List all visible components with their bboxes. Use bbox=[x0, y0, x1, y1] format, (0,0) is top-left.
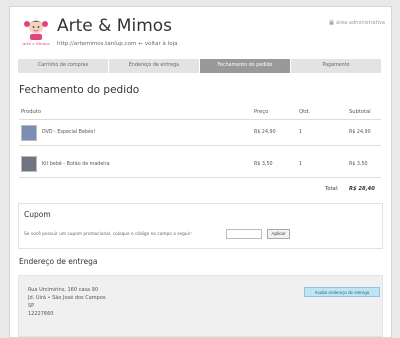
product-subtotal: R$ 3,50 bbox=[349, 162, 368, 167]
row-divider bbox=[19, 145, 381, 146]
page-title: Fechamento do pedido bbox=[19, 84, 140, 96]
step-delivery-address[interactable]: Endereço de entrega bbox=[109, 59, 200, 73]
store-name: Arte & Mimos bbox=[57, 16, 173, 36]
step-cart[interactable]: Carrinho de compras bbox=[18, 59, 109, 73]
header-qty: Qtd. bbox=[299, 109, 311, 115]
step-order-closing[interactable]: Fechamento do pedido bbox=[200, 59, 291, 73]
header-product: Produto bbox=[21, 109, 42, 115]
row-divider bbox=[19, 177, 381, 178]
back-arrow-icon: ← bbox=[138, 41, 143, 47]
coupon-instructions: Se você possuir um cupom promocional, co… bbox=[24, 232, 192, 237]
admin-area-label: área administrativa bbox=[336, 20, 385, 26]
step-payment[interactable]: Pagamento bbox=[291, 59, 381, 73]
store-url[interactable]: http://artemimos.tanlup.com bbox=[57, 41, 136, 47]
coupon-title: Cupom bbox=[24, 210, 51, 219]
product-qty: 1 bbox=[299, 162, 303, 167]
address-state: SP bbox=[28, 303, 35, 309]
product-thumbnail[interactable] bbox=[21, 156, 37, 172]
lock-icon bbox=[329, 19, 334, 27]
address-box: Rua Urcimirins, 160 casa 90 Jd. Uirá • S… bbox=[18, 275, 383, 337]
address-title: Endereço de entrega bbox=[19, 257, 98, 266]
header-subtotal: Subtotal bbox=[349, 109, 371, 115]
product-price: R$ 24,90 bbox=[254, 130, 276, 135]
total-value: R$ 28,40 bbox=[349, 186, 375, 192]
address-zip: 12227660 bbox=[28, 311, 54, 317]
coupon-section: Cupom Se você possuir um cupom promocion… bbox=[18, 203, 383, 249]
store-logo[interactable]: Arte e Mimos bbox=[18, 17, 54, 51]
header-divider bbox=[19, 119, 381, 120]
address-street: Rua Urcimirins, 160 casa 90 bbox=[28, 287, 99, 293]
admin-area-link[interactable]: área administrativa bbox=[329, 19, 385, 27]
apply-coupon-button[interactable]: Aplicar bbox=[267, 229, 290, 239]
logo-text: Arte e Mimos bbox=[22, 41, 50, 46]
address-district-city: Jd. Uirá • São José dos Campos bbox=[28, 295, 106, 301]
change-address-button[interactable]: mudar endereço de entrega bbox=[304, 287, 380, 297]
product-subtotal: R$ 24,90 bbox=[349, 130, 371, 135]
checkout-steps: Carrinho de compras Endereço de entrega … bbox=[18, 59, 381, 73]
back-to-store-link[interactable]: voltar à loja bbox=[145, 41, 178, 47]
coupon-input[interactable] bbox=[226, 229, 262, 239]
checkout-page: Arte e Mimos Arte & Mimos http://artemim… bbox=[9, 6, 392, 338]
product-name[interactable]: Kit bebê - Botão de madeira bbox=[42, 162, 110, 167]
product-thumbnail[interactable] bbox=[21, 125, 37, 141]
product-name[interactable]: DVD - Especial Bebês! bbox=[42, 130, 95, 135]
store-url-line: http://artemimos.tanlup.com ← voltar à loj… bbox=[57, 41, 177, 47]
product-qty: 1 bbox=[299, 130, 303, 135]
header-price: Preço bbox=[254, 109, 269, 115]
total-label: Total: bbox=[325, 186, 339, 192]
product-price: R$ 3,50 bbox=[254, 162, 273, 167]
